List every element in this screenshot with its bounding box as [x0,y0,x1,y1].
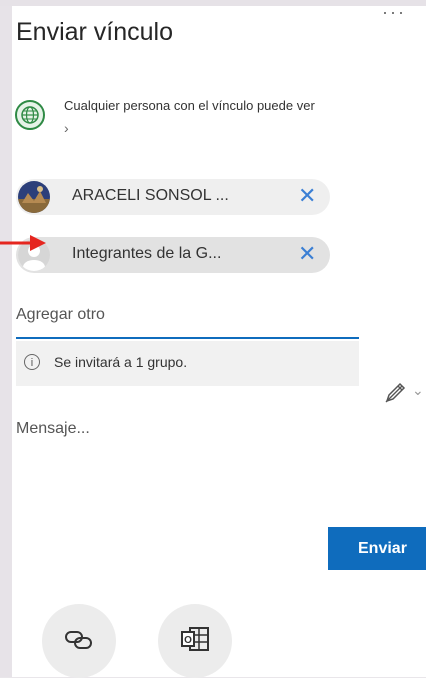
copy-link-button[interactable] [42,604,116,678]
link-icon [65,631,92,649]
invite-info-bar: i Se invitará a 1 grupo. [16,341,359,386]
invite-info-text: Se invitará a 1 grupo. [54,354,188,370]
send-button[interactable]: Enviar [328,527,426,570]
link-permission-text[interactable]: Cualquier persona con el vínculo puede v… [64,97,420,115]
outlook-share-button[interactable]: O [158,604,232,678]
chevron-right-icon[interactable]: › [64,120,69,136]
globe-icon[interactable] [15,100,45,130]
page-title: Enviar vínculo [16,18,174,46]
recipient-chip[interactable]: Integrantes de la G... ✕ [16,237,330,273]
svg-text:O: O [184,635,192,646]
recipient-chip[interactable]: ARACELI SONSOL ... ✕ [16,179,330,215]
info-icon: i [24,354,40,370]
recipient-name: ARACELI SONSOL ... [72,187,229,204]
chevron-down-icon[interactable]: ⌄ [412,382,424,399]
more-options-button[interactable]: ··· [382,2,406,23]
message-input[interactable]: Mensaje... [16,420,90,438]
recipient-name: Integrantes de la G... [72,245,222,262]
red-arrow-icon [0,235,46,251]
left-edge-strip [0,0,12,677]
remove-recipient-button[interactable]: ✕ [298,243,316,265]
avatar [18,181,50,213]
outlook-icon: O [181,627,209,651]
remove-recipient-button[interactable]: ✕ [298,185,316,207]
top-band [0,0,426,6]
add-recipient-input[interactable]: Agregar otro [16,306,105,324]
input-underline [16,337,359,339]
pencil-icon[interactable] [382,380,408,406]
